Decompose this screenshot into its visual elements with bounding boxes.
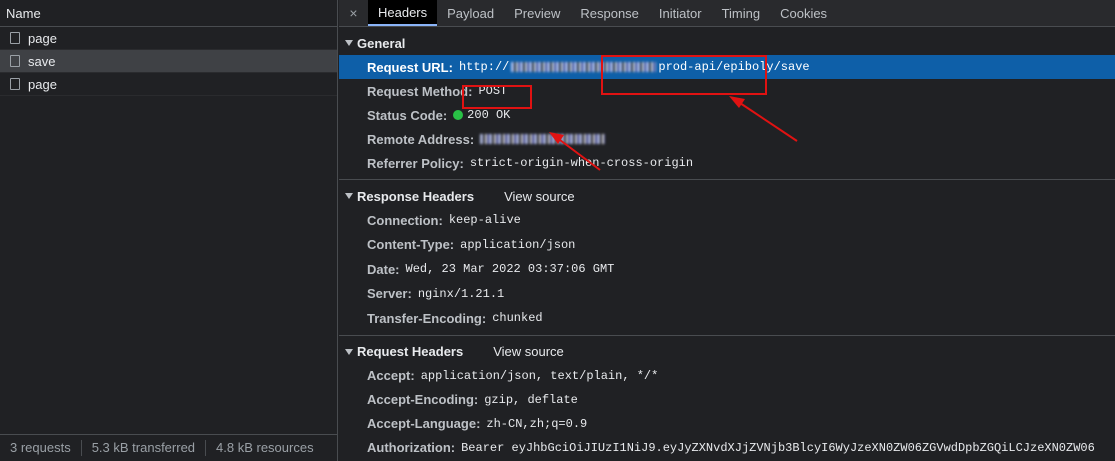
details-tab-bar: × Headers Payload Preview Response Initi… — [339, 0, 1115, 27]
header-row[interactable]: Connection: keep-alive — [339, 208, 1115, 233]
annotation-box-url — [601, 55, 767, 95]
request-row-selected[interactable]: save — [0, 50, 337, 73]
section-title: Request Headers — [357, 344, 464, 359]
header-key: Accept: — [367, 368, 415, 383]
section-title: Response Headers — [357, 188, 475, 204]
header-row[interactable]: Transfer-Encoding: chunked — [339, 306, 1115, 331]
request-headers-header[interactable]: Request Headers View source — [339, 340, 1115, 364]
expand-triangle-icon — [345, 40, 353, 46]
status-code-row[interactable]: Status Code: 200 OK — [339, 103, 1115, 127]
redacted-address — [480, 134, 606, 144]
tab-initiator[interactable]: Initiator — [649, 0, 712, 26]
header-key: Accept-Language: — [367, 416, 481, 431]
header-value: chunked — [492, 311, 543, 326]
header-value: Bearer eyJhbGciOiJIUzI1NiJ9.eyJyZXNvdXJj… — [461, 440, 1095, 455]
expand-triangle-icon — [345, 348, 353, 355]
tab-timing[interactable]: Timing — [712, 0, 771, 26]
header-row[interactable]: Date: Wed, 23 Mar 2022 03:37:06 GMT — [339, 257, 1115, 282]
header-key: Connection: — [367, 212, 443, 228]
header-key: Content-Type: — [367, 237, 455, 253]
request-list-panel: Name page save page 3 requests 5.3 kB tr… — [0, 0, 338, 461]
remote-address-row[interactable]: Remote Address: — [339, 127, 1115, 151]
resources-size: 4.8 kB resources — [216, 440, 314, 455]
name-column-header[interactable]: Name — [0, 0, 337, 27]
referrer-policy-row[interactable]: Referrer Policy: strict-origin-when-cros… — [339, 151, 1115, 175]
annotation-box-method — [462, 85, 532, 109]
section-title: General — [357, 35, 406, 51]
header-row[interactable]: Accept: application/json, text/plain, */… — [339, 364, 1115, 388]
request-url-prefix: http:// — [458, 60, 510, 74]
request-url-label: Request URL: — [367, 59, 453, 75]
header-value: keep-alive — [448, 213, 521, 228]
request-list: page save page — [0, 27, 337, 96]
request-name: page — [28, 30, 57, 46]
status-code-label: Status Code: — [367, 107, 448, 123]
request-method-label: Request Method: — [367, 83, 473, 99]
header-key: Transfer-Encoding: — [367, 310, 487, 326]
expand-triangle-icon — [345, 193, 353, 199]
header-value: gzip, deflate — [484, 392, 578, 407]
general-section-header[interactable]: General — [339, 31, 1115, 55]
header-key: Authorization: — [367, 440, 456, 455]
summary-bar: 3 requests 5.3 kB transferred 4.8 kB res… — [0, 434, 337, 461]
transferred-size: 5.3 kB transferred — [82, 440, 207, 456]
remote-address-label: Remote Address: — [367, 131, 475, 147]
document-icon — [10, 78, 20, 90]
status-ok-icon — [453, 110, 464, 120]
document-icon — [10, 55, 20, 67]
status-code-value: 200 OK — [467, 108, 511, 122]
header-value: zh-CN,zh;q=0.9 — [486, 416, 588, 431]
request-name: save — [28, 53, 56, 69]
header-row[interactable]: Authorization: Bearer eyJhbGciOiJIUzI1Ni… — [339, 436, 1115, 460]
tab-preview[interactable]: Preview — [504, 0, 570, 26]
referrer-policy-label: Referrer Policy: — [367, 155, 464, 171]
request-row[interactable]: page — [0, 73, 337, 96]
header-value: nginx/1.21.1 — [417, 286, 505, 301]
header-row[interactable]: Server: nginx/1.21.1 — [339, 282, 1115, 307]
header-row[interactable]: Content-Type: application/json — [339, 233, 1115, 258]
tab-response[interactable]: Response — [570, 0, 649, 26]
view-source-link[interactable]: View source — [504, 189, 575, 204]
request-count: 3 requests — [0, 440, 82, 456]
response-headers-section: Response Headers View source Connection:… — [339, 180, 1115, 336]
header-row[interactable]: Accept-Language: zh-CN,zh;q=0.9 — [339, 412, 1115, 436]
view-source-link[interactable]: View source — [493, 344, 564, 359]
request-name: page — [28, 76, 57, 92]
header-value: application/json — [460, 237, 576, 252]
general-section: General Request URL: http:// prod-api/ep… — [339, 27, 1115, 180]
header-row[interactable]: Accept-Encoding: gzip, deflate — [339, 388, 1115, 412]
header-key: Date: — [367, 261, 400, 277]
close-icon[interactable]: × — [339, 0, 368, 26]
tab-headers[interactable]: Headers — [368, 0, 438, 26]
tab-payload[interactable]: Payload — [437, 0, 504, 26]
header-key: Accept-Encoding: — [367, 392, 479, 407]
request-headers-section: Request Headers View source Accept: appl… — [339, 336, 1115, 460]
document-icon — [10, 32, 20, 44]
referrer-policy-value: strict-origin-when-cross-origin — [469, 156, 694, 170]
header-value: Wed, 23 Mar 2022 03:37:06 GMT — [405, 262, 615, 277]
response-headers-header[interactable]: Response Headers View source — [339, 184, 1115, 208]
header-key: Server: — [367, 286, 412, 302]
request-row[interactable]: page — [0, 27, 337, 50]
header-value: application/json, text/plain, */* — [420, 368, 659, 383]
tab-cookies[interactable]: Cookies — [770, 0, 837, 26]
